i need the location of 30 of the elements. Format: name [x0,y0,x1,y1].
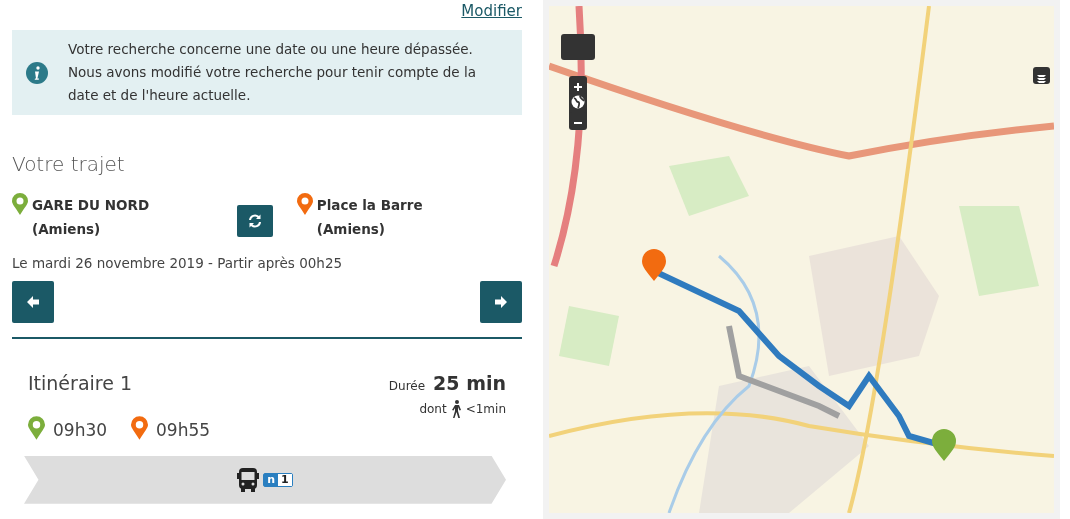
walking-person-icon [450,399,462,418]
notice-message: Votre recherche concerne une date ou une heure dépassée. Nous avons modifié votre recherche pour tenir compte de la date et de l'heure actuelle. [68,40,477,105]
previous-button[interactable] [12,281,54,324]
date-text: Le mardi 26 novembre 2019 - Partir après 00h25 [12,254,344,273]
layers-button[interactable] [1033,67,1050,84]
bus-icon [237,467,260,492]
swap-arrows-icon [247,213,263,229]
walk-duration: <1min [465,400,506,418]
info-icon [26,61,48,84]
line-badge: n 1 [263,472,293,487]
layers-icon [1036,72,1047,84]
arrow-left-icon [27,296,39,309]
plus-icon [574,82,582,91]
place-name: GARE DU NORD [32,196,150,215]
modify-link[interactable]: Modifier [461,2,522,20]
duration-value: 25 min [433,371,506,397]
section-title: Votre trajet [12,151,126,178]
minus-icon [574,122,582,124]
walk-prefix: dont [419,400,447,418]
time-text: 09h55 [156,419,211,440]
swap-button[interactable] [237,205,273,237]
time-text: 09h30 [53,419,108,440]
arrow-right-icon [495,296,507,309]
place-name: Place la Barre [316,196,423,215]
itinerary-title: Itinéraire 1 [28,371,133,397]
place-city: (Amiens) [32,220,102,239]
next-button[interactable] [480,281,522,324]
duration-label: Durée [388,378,426,396]
place-city: (Amiens) [316,220,387,239]
globe-icon[interactable] [571,95,585,109]
